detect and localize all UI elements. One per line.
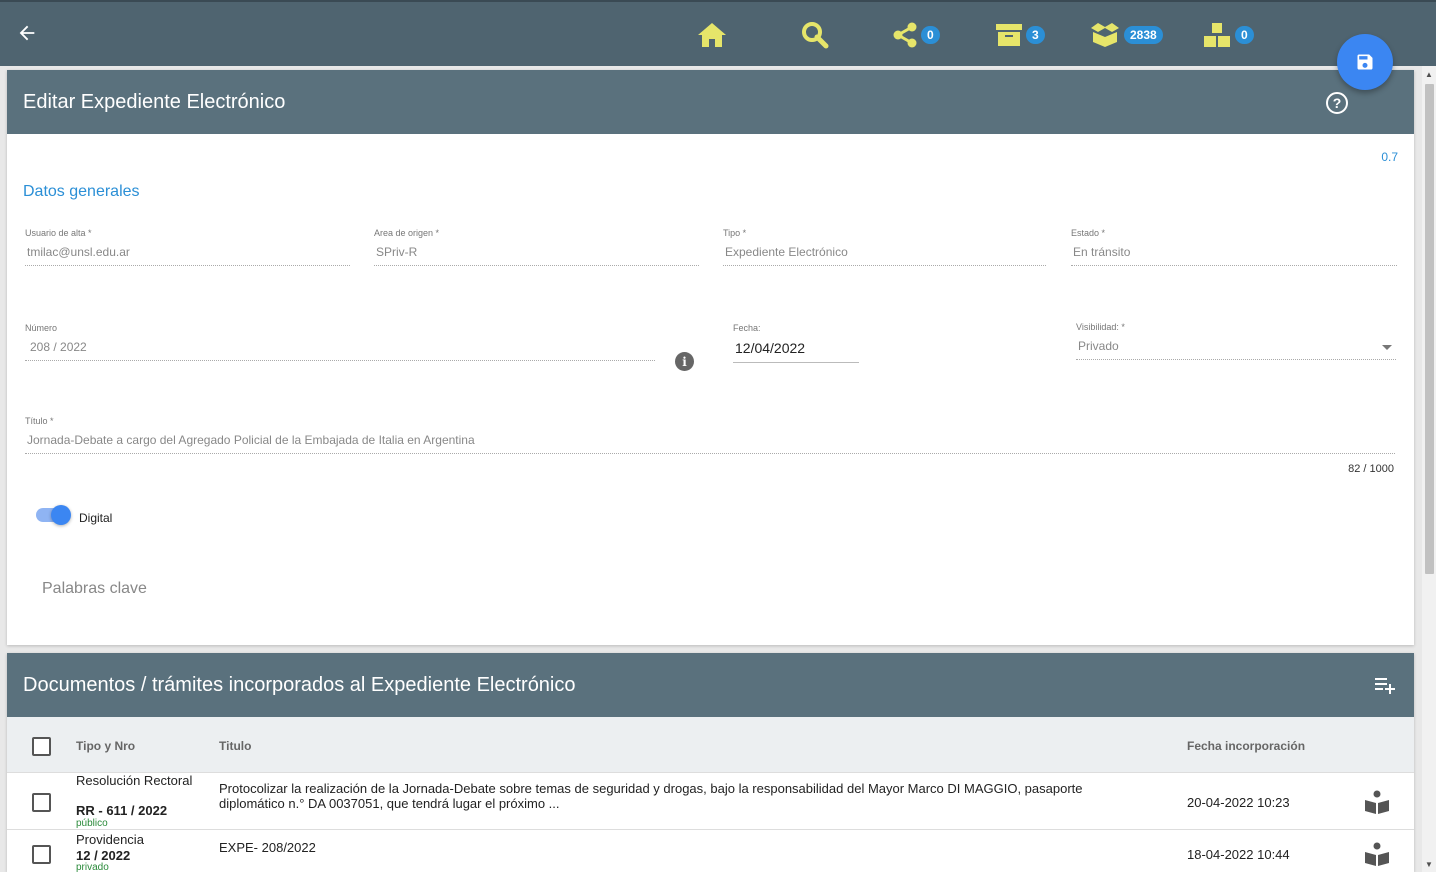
row-fecha: 18-04-2022 10:44 (1187, 847, 1290, 862)
select-all-checkbox[interactable] (32, 737, 51, 756)
row-visibilidad: público (76, 818, 108, 829)
section-title: Datos generales (23, 183, 140, 200)
scroll-down-arrow-icon[interactable]: ▼ (1425, 860, 1433, 869)
visibilidad-value[interactable]: Privado (1076, 332, 1396, 360)
book-reader-icon[interactable] (1364, 842, 1390, 866)
area-value[interactable]: SPriv-R (374, 238, 699, 266)
area-field[interactable]: Area de origen * SPriv-R (374, 228, 699, 266)
row-tipo: Providencia (76, 832, 144, 847)
edit-form-card: Editar Expediente Electrónico ? 0.7 Dato… (7, 70, 1414, 645)
boxes-button[interactable]: 0 (1203, 20, 1254, 50)
tipo-label: Tipo * (723, 228, 747, 238)
column-fecha[interactable]: Fecha incorporación (1187, 739, 1305, 753)
dropdown-caret-icon (1382, 345, 1392, 350)
tipo-field[interactable]: Tipo * Expediente Electrónico (723, 228, 1046, 266)
titulo-field[interactable]: Título * Jornada-Debate a cargo del Agre… (25, 416, 1395, 454)
search-icon (802, 22, 829, 49)
share-icon (893, 22, 917, 48)
save-icon (1357, 54, 1373, 70)
archive-icon (996, 24, 1022, 46)
archive-button[interactable]: 3 (996, 20, 1045, 50)
usuario-value[interactable]: tmilac@unsl.edu.ar (25, 238, 350, 266)
column-titulo[interactable]: Titulo (219, 739, 251, 753)
estado-label: Estado * (1071, 228, 1106, 238)
boxes-icon (1204, 23, 1230, 47)
archive-count-badge: 3 (1026, 26, 1045, 44)
documents-title: Documentos / trámites incorporados al Ex… (23, 673, 576, 696)
estado-value[interactable]: En tránsito (1071, 238, 1397, 266)
scroll-up-arrow-icon[interactable]: ▲ (1425, 70, 1433, 79)
fecha-value[interactable]: 12/04/2022 (733, 333, 859, 363)
inbox-button[interactable]: 2838 (1090, 20, 1163, 50)
inbox-box-icon (1091, 23, 1119, 47)
playlist-add-icon[interactable] (1374, 675, 1396, 695)
digital-toggle[interactable] (36, 505, 71, 525)
form-header: Editar Expediente Electrónico ? (7, 70, 1414, 134)
row-fecha: 20-04-2022 10:23 (1187, 795, 1290, 810)
row-tipo: Resolución Rectoral (76, 773, 193, 788)
table-header: Tipo y Nro Titulo Fecha incorporación (7, 717, 1414, 773)
titulo-value[interactable]: Jornada-Debate a cargo del Agregado Poli… (25, 426, 1395, 454)
version-label: 0.7 (1381, 150, 1398, 164)
info-icon[interactable]: i (675, 352, 694, 371)
toggle-knob[interactable] (51, 505, 71, 525)
row-numero: 12 / 2022 (76, 848, 131, 863)
top-toolbar: 0 3 2838 0 (0, 0, 1436, 66)
search-button[interactable] (801, 20, 829, 50)
inbox-count-badge: 2838 (1124, 26, 1163, 44)
estado-field[interactable]: Estado * En tránsito (1071, 228, 1397, 266)
usuario-field[interactable]: Usuario de alta * tmilac@unsl.edu.ar (25, 228, 350, 266)
scrollbar-thumb[interactable] (1425, 84, 1434, 574)
usuario-label: Usuario de alta * (25, 228, 92, 238)
numero-label: Número (25, 323, 58, 333)
digital-label: Digital (79, 511, 113, 525)
row-checkbox[interactable] (32, 845, 51, 864)
book-reader-icon[interactable] (1364, 790, 1390, 814)
visibilidad-select[interactable]: Visibilidad: * Privado (1076, 322, 1396, 360)
home-icon (698, 23, 726, 47)
row-visibilidad: privado (76, 862, 109, 872)
row-checkbox[interactable] (32, 793, 51, 812)
fecha-label: Fecha: (733, 323, 761, 333)
numero-field[interactable]: Número 208 / 2022 (25, 323, 655, 361)
table-row[interactable]: Providencia 12 / 2022 privado EXPE- 208/… (7, 830, 1414, 872)
arrow-left-icon[interactable] (16, 22, 40, 46)
titulo-char-counter: 82 / 1000 (1348, 463, 1394, 475)
visibilidad-selected-text: Privado (1078, 339, 1119, 353)
area-label: Area de origen * (374, 228, 440, 238)
documents-header: Documentos / trámites incorporados al Ex… (7, 653, 1414, 717)
keywords-input[interactable]: Palabras clave (42, 580, 147, 598)
row-titulo: Protocolizar la realización de la Jornad… (219, 781, 1083, 811)
help-icon[interactable]: ? (1326, 92, 1348, 114)
row-numero: RR - 611 / 2022 (76, 803, 168, 818)
save-button[interactable] (1337, 34, 1393, 90)
visibilidad-label: Visibilidad: * (1076, 322, 1125, 332)
fecha-field[interactable]: Fecha: 12/04/2022 (733, 323, 859, 363)
titulo-label: Título * (25, 416, 54, 426)
numero-value[interactable]: 208 / 2022 (25, 333, 655, 361)
share-count-badge: 0 (921, 26, 940, 44)
documents-card: Documentos / trámites incorporados al Ex… (7, 653, 1414, 872)
column-tipo[interactable]: Tipo y Nro (76, 739, 135, 753)
page-title: Editar Expediente Electrónico (23, 90, 286, 113)
table-row[interactable]: Resolución Rectoral RR - 611 / 2022 públ… (7, 773, 1414, 830)
row-titulo: EXPE- 208/2022 (219, 840, 316, 855)
boxes-count-badge: 0 (1235, 26, 1254, 44)
home-button[interactable] (697, 20, 727, 50)
share-button[interactable]: 0 (893, 20, 940, 50)
tipo-value[interactable]: Expediente Electrónico (723, 238, 1046, 266)
